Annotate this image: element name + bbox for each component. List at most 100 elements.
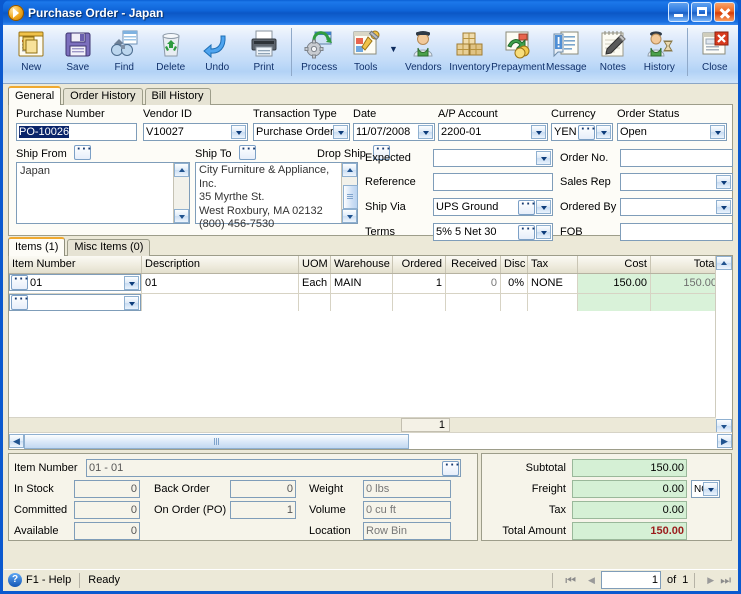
chevron-down-icon[interactable]	[536, 151, 551, 165]
toolbar-button-vendors[interactable]: Vendors	[400, 25, 447, 81]
ship-from-lookup-icon[interactable]	[73, 141, 93, 160]
col-tax[interactable]: Tax	[528, 256, 578, 273]
ship-to-textarea[interactable]: City Furniture & Appliance, Inc. 35 Myrt…	[195, 162, 358, 230]
volume-input[interactable]: 0 cu ft	[363, 500, 451, 519]
cell-ordered[interactable]: 1	[393, 274, 446, 293]
tax-value[interactable]: 0.00	[572, 501, 687, 519]
col-total[interactable]: Total	[651, 256, 721, 273]
toolbar-button-inventory[interactable]: Inventory	[447, 25, 494, 81]
chevron-down-icon[interactable]	[716, 199, 731, 214]
in-stock-input[interactable]: 0	[74, 479, 140, 498]
scroll-right-icon[interactable]: ▶	[717, 434, 732, 448]
cell-item-number[interactable]: 01	[9, 274, 142, 293]
grid-row-counter[interactable]: 1	[401, 418, 450, 432]
weight-input[interactable]: 0 lbs	[363, 479, 451, 498]
hscroll-thumb[interactable]	[24, 433, 409, 449]
ship-via-combo[interactable]: UPS Ground	[433, 197, 553, 216]
toolbar-button-find[interactable]: Find	[101, 25, 148, 81]
ordered-by-combo[interactable]	[620, 197, 733, 216]
col-item-number[interactable]: Item Number	[9, 256, 142, 273]
purchase-number-input[interactable]: PO-10026	[16, 123, 137, 141]
toolbar-button-notes[interactable]: Notes	[590, 25, 637, 81]
tab-misc-items[interactable]: Misc Items (0)	[67, 239, 151, 256]
col-disc[interactable]: Disc	[501, 256, 528, 273]
toolbar-button-close[interactable]: Close	[692, 25, 738, 81]
order-no-input[interactable]	[620, 149, 733, 167]
ship-from-scrollbar[interactable]	[173, 163, 189, 223]
tab-items[interactable]: Items (1)	[8, 237, 66, 256]
item-lookup-icon[interactable]	[11, 294, 30, 310]
chevron-down-icon[interactable]	[124, 276, 139, 290]
location-input[interactable]: Row Bin	[363, 521, 451, 540]
item-number-editor[interactable]	[9, 294, 141, 311]
expected-combo[interactable]	[433, 149, 553, 167]
terms-combo[interactable]: 5% 5 Net 30	[433, 222, 553, 241]
chevron-down-icon[interactable]	[536, 199, 551, 214]
item-number-editor[interactable]: 01	[9, 274, 141, 291]
fob-input[interactable]	[620, 222, 733, 241]
vendor-id-combo[interactable]: V10027	[143, 123, 248, 141]
cell-warehouse[interactable]: MAIN	[331, 274, 393, 293]
item-number-detail-input[interactable]: 01 - 01	[86, 459, 461, 477]
grid-vertical-scrollbar[interactable]	[715, 256, 732, 433]
chevron-down-icon[interactable]	[333, 125, 348, 139]
minimize-button[interactable]	[668, 2, 689, 22]
chevron-down-icon[interactable]	[418, 125, 433, 139]
col-warehouse[interactable]: Warehouse	[331, 256, 393, 273]
chevron-down-icon[interactable]	[710, 125, 725, 139]
date-combo[interactable]: 11/07/2008	[353, 123, 435, 141]
sales-rep-combo[interactable]	[620, 172, 733, 191]
chevron-down-icon[interactable]	[716, 174, 731, 189]
cell-received[interactable]: 0	[446, 274, 501, 293]
toolbar-button-message[interactable]: Message	[543, 25, 590, 81]
transaction-type-combo[interactable]: Purchase Order	[253, 123, 350, 141]
item-lookup-icon[interactable]	[11, 274, 30, 290]
col-received[interactable]: Received	[446, 256, 501, 273]
toolbar-button-new[interactable]: New	[8, 25, 55, 81]
toolbar-button-prepayment[interactable]: Prepayment	[491, 25, 545, 81]
chevron-down-icon[interactable]	[124, 296, 139, 310]
tools-dropdown-caret-icon[interactable]: ▼	[389, 44, 400, 54]
table-row[interactable]: 01 01 Each MAIN 1 0 0% NONE 150.00 150.0…	[9, 274, 732, 294]
ship-to-lookup-icon[interactable]	[238, 141, 258, 160]
chevron-down-icon[interactable]	[536, 224, 551, 239]
maximize-button[interactable]	[691, 2, 712, 22]
nav-prev-icon[interactable]: ◀	[588, 575, 595, 586]
currency-lookup-icon[interactable]	[578, 124, 597, 140]
scroll-up-icon[interactable]	[174, 163, 189, 177]
scroll-down-icon[interactable]	[342, 209, 357, 223]
toolbar-button-print[interactable]: Print	[241, 25, 288, 81]
grid-horizontal-scrollbar[interactable]: ◀ ▶	[9, 432, 732, 449]
record-number-input[interactable]: 1	[600, 571, 661, 589]
tab-bill-history[interactable]: Bill History	[144, 88, 211, 105]
cell-description[interactable]: 01	[142, 274, 299, 293]
scroll-thumb[interactable]	[343, 185, 358, 209]
scroll-down-icon[interactable]	[174, 209, 189, 223]
ship-from-textarea[interactable]: Japan	[16, 162, 190, 224]
tab-general[interactable]: General	[8, 86, 62, 105]
scroll-down-icon[interactable]	[716, 419, 732, 433]
nav-first-icon[interactable]: ⏮	[565, 573, 576, 588]
toolbar-button-save[interactable]: Save	[55, 25, 102, 81]
toolbar-button-history[interactable]: History	[636, 25, 683, 81]
cell-disc[interactable]: 0%	[501, 274, 528, 293]
chevron-down-icon[interactable]	[231, 125, 246, 139]
toolbar-button-delete[interactable]: Delete	[148, 25, 195, 81]
cell-uom[interactable]: Each	[299, 274, 331, 293]
tab-order-history[interactable]: Order History	[63, 88, 143, 105]
col-cost[interactable]: Cost	[578, 256, 651, 273]
terms-lookup-icon[interactable]	[518, 224, 537, 240]
cell-tax[interactable]: NONE	[528, 274, 578, 293]
help-icon[interactable]: ?	[8, 573, 22, 587]
toolbar-button-process[interactable]: Process	[296, 25, 343, 81]
back-order-input[interactable]: 0	[230, 479, 296, 498]
scroll-up-icon[interactable]	[716, 256, 732, 270]
toolbar-button-tools[interactable]: Tools	[342, 25, 389, 81]
reference-input[interactable]	[433, 172, 553, 191]
col-ordered[interactable]: Ordered	[393, 256, 446, 273]
nav-next-icon[interactable]: ▶	[707, 575, 714, 586]
col-uom[interactable]: UOM	[299, 256, 331, 273]
item-detail-lookup-icon[interactable]	[442, 460, 460, 476]
cell-cost[interactable]: 150.00	[578, 274, 651, 293]
close-window-button[interactable]	[714, 2, 735, 22]
